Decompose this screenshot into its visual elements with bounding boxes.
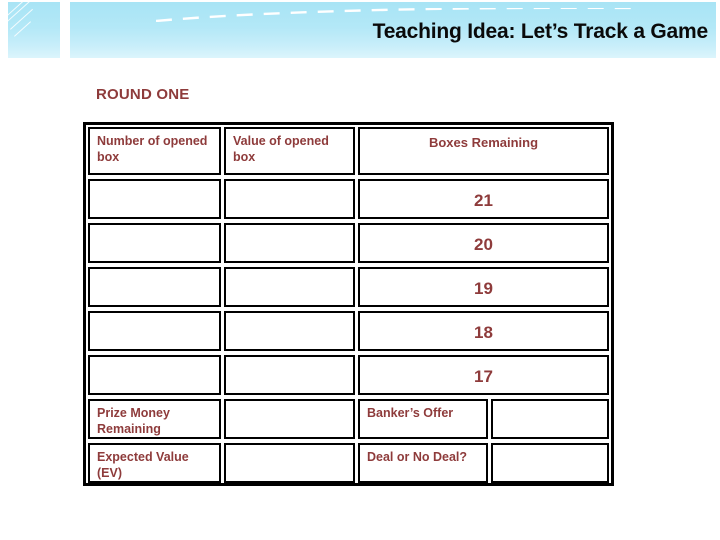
cell-boxes-remaining: 18 [358, 311, 609, 351]
header-value-of-opened-box: Value of opened box [224, 127, 355, 175]
cell-number-of-opened-box[interactable] [88, 223, 221, 263]
cell-boxes-remaining: 20 [358, 223, 609, 263]
cell-boxes-remaining: 21 [358, 179, 609, 219]
cell-expected-value-value[interactable] [224, 443, 355, 483]
cell-boxes-remaining: 17 [358, 355, 609, 395]
table-row: 21 [86, 177, 611, 221]
cell-bankers-offer-value[interactable] [491, 399, 609, 439]
table-row: 19 [86, 265, 611, 309]
cell-number-of-opened-box[interactable] [88, 311, 221, 351]
cell-number-of-opened-box[interactable] [88, 179, 221, 219]
banner-diagonal-streak-icon [10, 8, 33, 30]
table-header-row: Number of opened box Value of opened box… [86, 125, 611, 177]
table-row: 18 [86, 309, 611, 353]
cell-deal-or-no-deal-value[interactable] [491, 443, 609, 483]
cell-number-of-opened-box[interactable] [88, 355, 221, 395]
page-title: Teaching Idea: Let’s Track a Game [372, 20, 709, 43]
cell-value-of-opened-box[interactable] [224, 223, 355, 263]
label-bankers-offer: Banker’s Offer [358, 399, 488, 439]
cell-value-of-opened-box[interactable] [224, 179, 355, 219]
header-number-of-opened-box: Number of opened box [88, 127, 221, 175]
banner-left-accent-block [8, 2, 60, 58]
label-deal-or-no-deal: Deal or No Deal? [358, 443, 488, 483]
cell-prize-money-remaining-value[interactable] [224, 399, 355, 439]
cell-value-of-opened-box[interactable] [224, 311, 355, 351]
table-summary-row: Prize Money Remaining Banker’s Offer [86, 397, 611, 441]
label-prize-money-remaining: Prize Money Remaining [88, 399, 221, 439]
table-row: 17 [86, 353, 611, 397]
cell-value-of-opened-box[interactable] [224, 355, 355, 395]
header-boxes-remaining: Boxes Remaining [358, 127, 609, 175]
table-row: 20 [86, 221, 611, 265]
round-label: ROUND ONE [96, 86, 190, 103]
table-summary-row: Expected Value (EV) Deal or No Deal? [86, 441, 611, 485]
game-tracking-table: Number of opened box Value of opened box… [83, 122, 614, 486]
cell-number-of-opened-box[interactable] [88, 267, 221, 307]
cell-value-of-opened-box[interactable] [224, 267, 355, 307]
label-expected-value: Expected Value (EV) [88, 443, 221, 483]
slide-banner: Teaching Idea: Let’s Track a Game [0, 0, 720, 60]
cell-boxes-remaining: 19 [358, 267, 609, 307]
